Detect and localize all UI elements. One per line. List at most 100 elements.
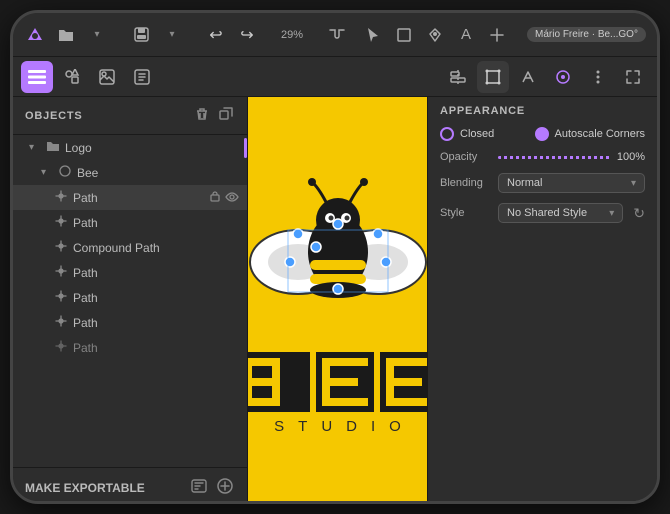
list-item[interactable]: Path — [13, 335, 247, 360]
folder-icon[interactable] — [52, 21, 80, 49]
studio-line-right — [417, 425, 427, 427]
closed-autoscale-row: Closed Autoscale Corners — [440, 127, 645, 141]
layer-label: Path — [73, 316, 239, 330]
magnet-icon[interactable] — [323, 21, 351, 49]
import-button[interactable] — [126, 61, 158, 93]
arrange-tool[interactable] — [483, 21, 511, 49]
toolbar-tools-group — [323, 21, 351, 49]
zoom-display: 29% — [277, 29, 307, 41]
objects-panel: OBJECTS — [13, 97, 248, 504]
closed-label: Closed — [460, 128, 494, 140]
opacity-track — [498, 156, 611, 159]
closed-toggle[interactable]: Closed — [440, 127, 494, 141]
appearance-panel-title: APPEARANCE — [440, 105, 645, 117]
list-item[interactable]: Path — [13, 310, 247, 335]
redo-button[interactable]: ↪ — [233, 21, 261, 49]
delete-layer-button[interactable] — [193, 105, 211, 126]
autoscale-label: Autoscale Corners — [555, 128, 646, 140]
layer-label: Logo — [65, 141, 239, 155]
make-exportable-label: MAKE EXPORTABLE — [25, 481, 145, 495]
studio-text: STUDIO — [260, 418, 415, 435]
opacity-row: Opacity 100% — [440, 151, 645, 163]
undo-redo-group: ↩ ↪ — [202, 21, 261, 49]
vectornator-icon[interactable] — [21, 21, 49, 49]
folder-icon — [45, 140, 61, 155]
second-toolbar-left — [21, 61, 158, 93]
toolbar-file-group: ▾ — [127, 21, 186, 49]
list-item[interactable]: Path — [13, 210, 247, 235]
style-row: Style No Shared Style ▾ ↻ — [440, 203, 645, 223]
bee-canvas: STUDIO — [248, 97, 427, 504]
group-icon — [57, 165, 73, 180]
style-icon[interactable] — [512, 61, 544, 93]
expand-icon[interactable] — [617, 61, 649, 93]
align-icon[interactable] — [442, 61, 474, 93]
rect-tool[interactable] — [390, 21, 418, 49]
bee-graphic — [248, 172, 427, 362]
list-item[interactable]: Path — [13, 185, 247, 210]
second-toolbar — [13, 57, 657, 97]
layer-label: Path — [73, 266, 239, 280]
expand-arrow: ▾ — [41, 167, 53, 178]
text-tool[interactable]: A — [452, 21, 480, 49]
chevron-icon-file[interactable]: ▾ — [158, 21, 186, 49]
style-dropdown[interactable]: No Shared Style ▾ — [498, 203, 623, 223]
path-anchor-icon — [53, 215, 69, 230]
objects-panel-header: OBJECTS — [13, 97, 247, 135]
appearance-panel: APPEARANCE Closed Autoscale Corners Opac… — [427, 97, 657, 504]
path-actions — [209, 190, 239, 205]
pen-tool[interactable] — [421, 21, 449, 49]
tablet-frame: ▾ ▾ ↩ ↪ 29% — [10, 10, 660, 504]
expand-arrow: ▾ — [29, 142, 41, 153]
lock-icon[interactable] — [209, 190, 221, 205]
selection-indicator — [244, 138, 247, 158]
export-settings-button[interactable] — [189, 476, 209, 499]
cursor-tool[interactable] — [359, 21, 387, 49]
path-anchor-icon — [53, 265, 69, 280]
blending-value: Normal — [507, 177, 542, 189]
layers-button[interactable] — [21, 61, 53, 93]
canvas-area: STUDIO — [248, 97, 427, 504]
path-anchor-icon — [53, 315, 69, 330]
path-anchor-icon — [53, 290, 69, 305]
make-exportable-section: MAKE EXPORTABLE — [13, 467, 247, 504]
closed-toggle-circle — [440, 127, 454, 141]
exportable-actions — [189, 476, 235, 499]
save-icon[interactable] — [127, 21, 155, 49]
chevron-down-icon[interactable]: ▾ — [83, 21, 111, 49]
list-item[interactable]: ▾ Logo — [13, 135, 247, 160]
list-item[interactable]: Path — [13, 260, 247, 285]
dropdown-chevron: ▾ — [631, 178, 636, 189]
style-label: Style — [440, 207, 492, 219]
more-icon[interactable] — [582, 61, 614, 93]
list-item[interactable]: Path — [13, 285, 247, 310]
opacity-slider[interactable] — [498, 154, 611, 160]
panel-header-actions — [193, 105, 235, 126]
appearance-icon[interactable] — [547, 61, 579, 93]
opacity-label: Opacity — [440, 151, 492, 163]
add-export-button[interactable] — [215, 476, 235, 499]
transform-icon[interactable] — [477, 61, 509, 93]
dropdown-chevron-style: ▾ — [609, 208, 614, 219]
elements-button[interactable] — [56, 61, 88, 93]
layer-label: Compound Path — [73, 241, 239, 255]
autoscale-toggle-circle — [535, 127, 549, 141]
opacity-value: 100% — [617, 151, 645, 163]
eye-icon[interactable] — [225, 191, 239, 205]
studio-line-left — [248, 425, 258, 427]
toolbar-left-group: ▾ — [21, 21, 111, 49]
refresh-style-button[interactable]: ↻ — [633, 205, 645, 222]
images-button[interactable] — [91, 61, 123, 93]
autoscale-toggle[interactable]: Autoscale Corners — [535, 127, 646, 141]
list-item[interactable]: Compound Path — [13, 235, 247, 260]
compound-path-icon — [53, 240, 69, 255]
layer-label: Path — [73, 216, 239, 230]
studio-text-group: STUDIO — [248, 418, 427, 443]
path-anchor-icon — [53, 190, 69, 205]
layer-label: Bee — [77, 166, 239, 180]
list-item[interactable]: ▾ Bee — [13, 160, 247, 185]
blending-dropdown[interactable]: Normal ▾ — [498, 173, 645, 193]
undo-button[interactable]: ↩ — [202, 21, 230, 49]
add-layer-button[interactable] — [217, 105, 235, 126]
blending-row: Blending Normal ▾ — [440, 173, 645, 193]
